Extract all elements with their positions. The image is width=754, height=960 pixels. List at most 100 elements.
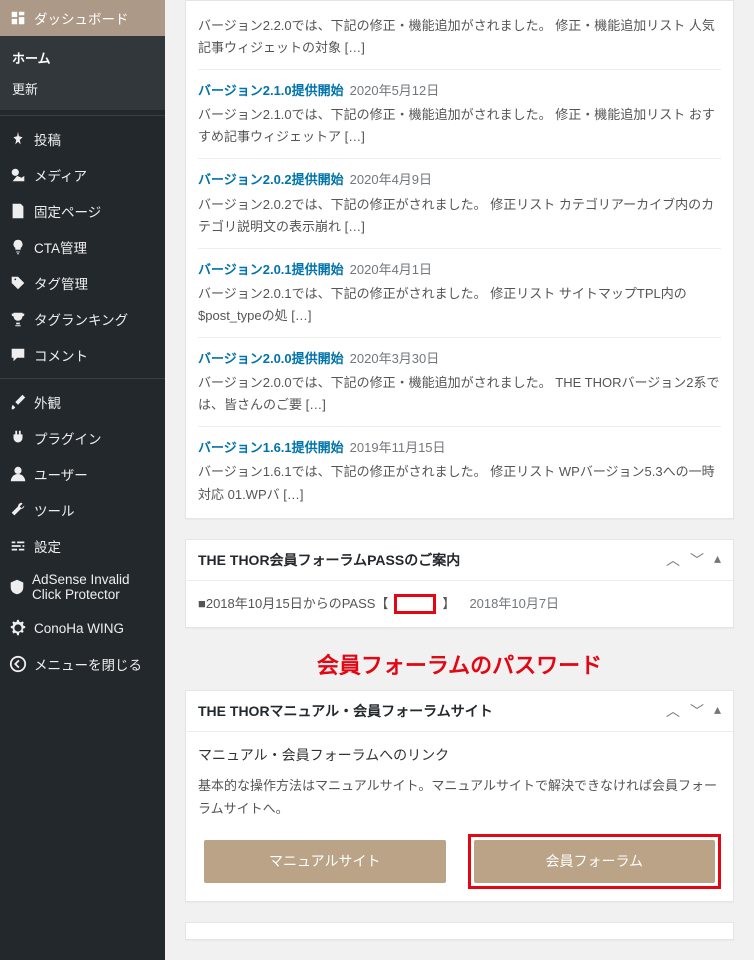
sidebar-submenu: ホーム 更新 [0,36,165,110]
sidebar-item-conoha[interactable]: ConoHa WING [0,610,165,646]
pass-widget: THE THOR会員フォーラムPASSのご案内 ︿ ﹀ ▴ ■2018年10月1… [185,539,734,628]
sidebar-item-label: コメント [34,345,88,365]
page-icon [8,201,28,221]
pass-suffix: 】 [442,593,455,615]
forum-button[interactable]: 会員フォーラム [474,840,716,884]
news-title-link[interactable]: バージョン1.6.1提供開始 [198,440,344,455]
widget-controls: ︿ ﹀ ▴ [666,701,721,721]
plug-icon [8,428,28,448]
dashboard-icon [8,8,28,28]
sidebar-item-adsense-protector[interactable]: AdSense Invalid Click Protector [0,564,165,610]
trophy-icon [8,309,28,329]
submenu-home[interactable]: ホーム [0,42,165,73]
news-list: バージョン2.2.0では、下記の修正・機能追加がされました。 修正・機能追加リス… [186,1,733,518]
move-down-icon[interactable]: ﹀ [690,550,704,570]
move-down-icon[interactable]: ﹀ [690,701,704,721]
toggle-icon[interactable]: ▴ [714,550,721,570]
comment-icon [8,345,28,365]
sidebar-item-pages[interactable]: 固定ページ [0,193,165,229]
news-item: バージョン1.6.1提供開始 2019年11月15日バージョン1.6.1では、下記… [198,437,721,505]
sidebar-item-media[interactable]: メディア [0,157,165,193]
manual-widget-title: THE THORマニュアル・会員フォーラムサイト [198,701,493,721]
news-item: バージョン2.0.2提供開始 2020年4月9日バージョン2.0.2では、下記の修… [198,169,721,248]
sidebar-item-tag-ranking[interactable]: タグランキング [0,301,165,337]
sidebar-item-comments[interactable]: コメント [0,337,165,373]
manual-subtitle: マニュアル・会員フォーラムへのリンク [198,744,721,768]
sidebar-item-appearance[interactable]: 外観 [0,384,165,420]
lightbulb-icon [8,237,28,257]
toggle-icon[interactable]: ▴ [714,701,721,721]
pass-line: ■2018年10月15日からのPASS【 】 2018年10月7日 [198,593,721,615]
sidebar-item-label: ConoHa WING [34,621,124,636]
news-date: 2020年4月9日 [350,172,432,187]
news-item: バージョン2.0.1提供開始 2020年4月1日バージョン2.0.1では、下記の修… [198,259,721,338]
sliders-icon [8,536,28,556]
news-date: 2020年3月30日 [350,351,440,366]
news-excerpt: バージョン1.6.1では、下記の修正がされました。 修正リスト WPバージョン5… [198,461,721,505]
sidebar-item-label: タグ管理 [34,273,88,293]
sidebar-item-label: タグランキング [34,309,128,329]
sidebar-item-users[interactable]: ユーザー [0,456,165,492]
sidebar-item-tags[interactable]: タグ管理 [0,265,165,301]
gear-icon [8,618,28,638]
news-title-link[interactable]: バージョン2.0.0提供開始 [198,351,344,366]
move-up-icon[interactable]: ︿ [666,701,680,721]
pass-prefix: ■2018年10月15日からのPASS【 [198,593,388,615]
brush-icon [8,392,28,412]
sidebar-item-label: AdSense Invalid Click Protector [32,572,157,602]
news-item: バージョン2.2.0では、下記の修正・機能追加がされました。 修正・機能追加リス… [198,15,721,70]
news-excerpt: バージョン2.0.1では、下記の修正がされました。 修正リスト サイトマップTP… [198,283,721,327]
news-excerpt: バージョン2.0.0では、下記の修正・機能追加がされました。 THE THORバ… [198,372,721,416]
shield-icon [8,577,26,597]
submenu-updates[interactable]: 更新 [0,73,165,104]
sidebar-item-label: 投稿 [34,129,61,149]
user-icon [8,464,28,484]
tag-icon [8,273,28,293]
admin-sidebar: ダッシュボード ホーム 更新 投稿 メディア 固定ページ CTA管理 タグ管理 [0,0,165,960]
news-title-link[interactable]: バージョン2.0.1提供開始 [198,262,344,277]
pass-value-redacted [394,594,436,614]
pin-icon [8,129,28,149]
news-date: 2019年11月15日 [350,440,446,455]
news-date: 2020年4月1日 [350,262,432,277]
next-widget-top [185,922,734,940]
sidebar-item-label: ツール [34,500,75,520]
move-up-icon[interactable]: ︿ [666,550,680,570]
pass-date: 2018年10月7日 [469,593,559,615]
annotation-text: 会員フォーラムのパスワード [185,648,734,680]
wrench-icon [8,500,28,520]
sidebar-item-posts[interactable]: 投稿 [0,121,165,157]
sidebar-item-label: ダッシュボード [34,8,129,28]
sidebar-item-label: メディア [34,165,87,185]
sidebar-item-tools[interactable]: ツール [0,492,165,528]
sidebar-item-label: プラグイン [34,428,102,448]
sidebar-item-collapse[interactable]: メニューを閉じる [0,646,165,682]
media-icon [8,165,28,185]
manual-text: 基本的な操作方法はマニュアルサイト。マニュアルサイトで解決できなければ会員フォー… [198,775,721,819]
sidebar-item-plugins[interactable]: プラグイン [0,420,165,456]
news-title-link[interactable]: バージョン2.0.2提供開始 [198,172,344,187]
news-excerpt: バージョン2.2.0では、下記の修正・機能追加がされました。 修正・機能追加リス… [198,15,721,59]
manual-site-button[interactable]: マニュアルサイト [204,840,446,884]
pass-widget-title: THE THOR会員フォーラムPASSのご案内 [198,550,460,570]
sidebar-item-label: 設定 [34,536,61,556]
news-title-link[interactable]: バージョン2.1.0提供開始 [198,83,344,98]
sidebar-item-cta[interactable]: CTA管理 [0,229,165,265]
sidebar-item-dashboard[interactable]: ダッシュボード [0,0,165,36]
manual-widget: THE THORマニュアル・会員フォーラムサイト ︿ ﹀ ▴ マニュアル・会員フ… [185,690,734,903]
collapse-icon [8,654,28,674]
news-item: バージョン2.0.0提供開始 2020年3月30日バージョン2.0.0では、下記の… [198,348,721,427]
sidebar-item-label: CTA管理 [34,237,87,257]
news-item: バージョン2.1.0提供開始 2020年5月12日バージョン2.1.0では、下記の… [198,80,721,159]
sidebar-item-label: メニューを閉じる [34,654,142,674]
news-excerpt: バージョン2.0.2では、下記の修正がされました。 修正リスト カテゴリアーカイ… [198,194,721,238]
news-widget: バージョン2.2.0では、下記の修正・機能追加がされました。 修正・機能追加リス… [185,0,734,519]
widget-controls: ︿ ﹀ ▴ [666,550,721,570]
sidebar-item-label: ユーザー [34,464,88,484]
sidebar-item-label: 固定ページ [34,201,101,221]
news-excerpt: バージョン2.1.0では、下記の修正・機能追加がされました。 修正・機能追加リス… [198,104,721,148]
sidebar-item-settings[interactable]: 設定 [0,528,165,564]
main-content: バージョン2.2.0では、下記の修正・機能追加がされました。 修正・機能追加リス… [165,0,754,960]
forum-button-highlight: 会員フォーラム [468,834,722,890]
news-date: 2020年5月12日 [350,83,440,98]
